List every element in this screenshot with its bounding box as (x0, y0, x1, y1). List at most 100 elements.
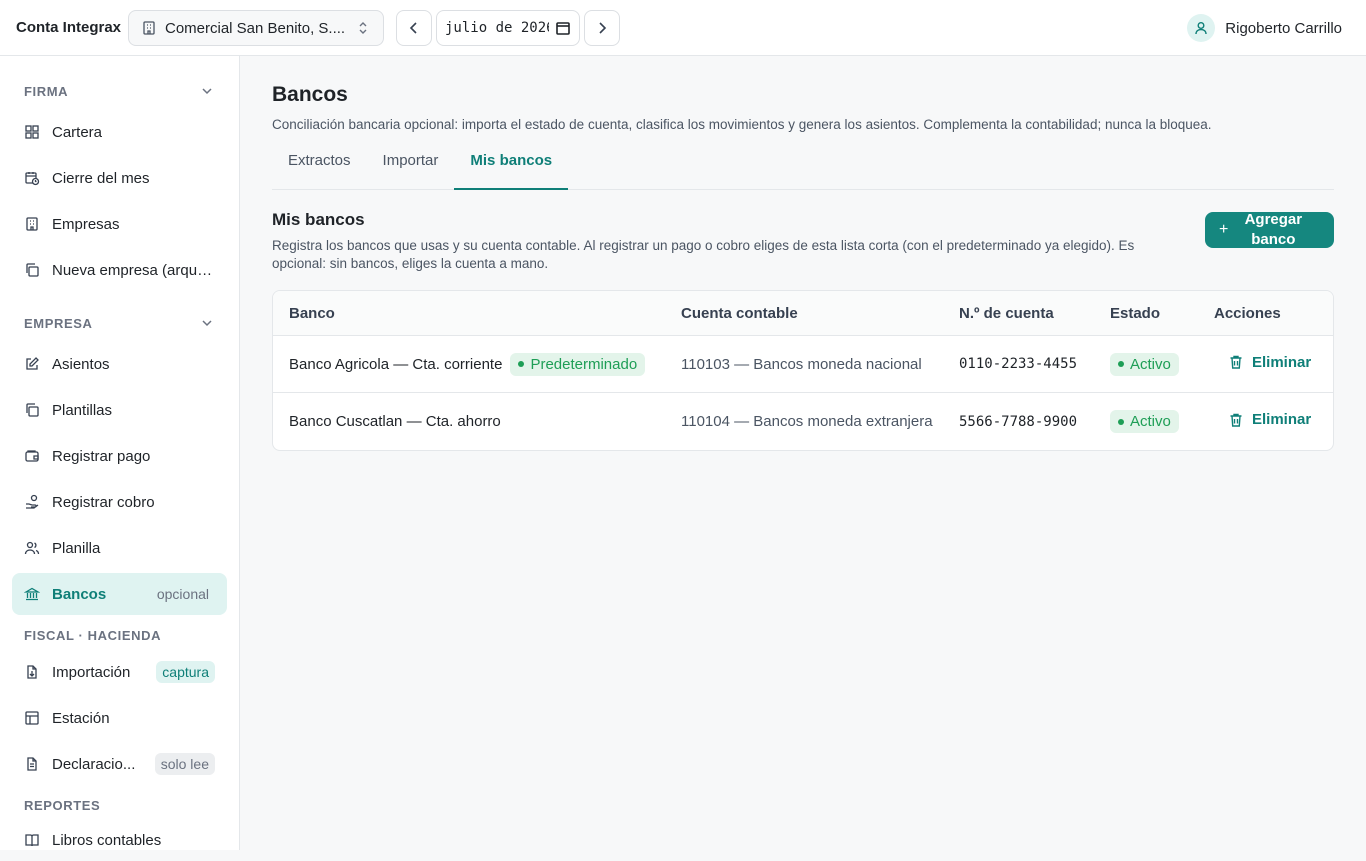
sidebar-item-plantillas[interactable]: Plantillas (12, 389, 227, 431)
sidebar-item-cartera[interactable]: Cartera (12, 111, 227, 153)
sidebar-item-label: Libros contables (52, 831, 162, 849)
status-dot (518, 361, 525, 367)
period-value: julio de 2026 (445, 20, 549, 36)
sidebar-item-label: Estación (52, 709, 110, 727)
column-header-cuenta: Cuenta contable (681, 304, 798, 322)
main-content: Bancos Conciliación bancaria opcional: i… (272, 56, 1334, 451)
sidebar-item-label: Declaracio... (52, 755, 136, 773)
edit-icon (26, 357, 39, 370)
sidebar-item-label: Cierre del mes (52, 169, 150, 187)
hand-coins-icon (26, 494, 39, 509)
add-bank-label: Agregar banco (1244, 211, 1303, 248)
next-period-button[interactable] (584, 10, 620, 46)
tab-importar[interactable]: Importar (367, 150, 455, 190)
trash-icon (1230, 356, 1242, 369)
sidebar-item-label: Asientos (52, 355, 110, 373)
status-badge: Activo (1110, 352, 1179, 376)
section-reportes: REPORTES (12, 795, 227, 815)
sidebar-item-label: Planilla (52, 539, 101, 557)
sidebar-item-libros[interactable]: Libros contables (12, 819, 227, 861)
column-header-numero: N.º de cuenta (959, 304, 1054, 322)
trash-icon (1230, 413, 1242, 427)
sidebar-item-label: Importación (52, 663, 131, 681)
top-bar: Conta Integrax Comercial San Benito, S..… (0, 0, 1366, 56)
section-empresa[interactable]: EMPRESA (12, 313, 227, 333)
section-description: Registra los bancos que usas y su cuenta… (272, 238, 1135, 271)
prev-period-button[interactable] (396, 10, 432, 46)
sidebar-item-registrar-cobro[interactable]: Registrar cobro (12, 481, 227, 523)
sidebar-item-empresas[interactable]: Empresas (12, 203, 227, 245)
chevron-down-icon (202, 88, 212, 95)
sidebar-item-asientos[interactable]: Asientos (12, 343, 227, 385)
section-title: FISCAL · HACIENDA (24, 627, 162, 643)
section-fiscal: FISCAL · HACIENDA (12, 625, 227, 645)
tab-extractos[interactable]: Extractos (272, 150, 367, 190)
building-icon (26, 217, 38, 231)
status-label: Activo (1130, 413, 1171, 430)
page-title: Bancos (272, 83, 348, 106)
company-selector[interactable]: Comercial San Benito, S.... (128, 10, 384, 46)
user-name: Rigoberto Carrillo (1225, 19, 1342, 37)
tab-bar: Extractos Importar Mis bancos (272, 150, 1334, 190)
chevron-left-icon (409, 22, 417, 34)
delete-label: Eliminar (1252, 411, 1312, 429)
app-title: Conta Integrax (16, 19, 122, 36)
section-header: Mis bancos Registra los bancos que usas … (272, 210, 1334, 273)
plus-icon: + (1219, 221, 1229, 238)
delete-button[interactable]: Eliminar (1228, 354, 1311, 371)
user-menu[interactable]: Rigoberto Carrillo (1187, 14, 1342, 42)
grid-icon (25, 125, 39, 139)
default-badge: Predeterminado (510, 352, 646, 376)
sidebar-item-cierre[interactable]: Cierre del mes (12, 157, 227, 199)
chevron-right-icon (599, 22, 607, 34)
section-title: EMPRESA (24, 315, 93, 331)
sidebar-item-label: Bancos (52, 585, 107, 603)
user-icon (1195, 22, 1207, 35)
file-import-icon (27, 665, 37, 679)
tab-mis-bancos[interactable]: Mis bancos (454, 150, 569, 190)
sidebar-item-importacion[interactable]: Importación captura (12, 651, 227, 693)
optional-tag: opcional (156, 586, 209, 602)
building-icon (143, 21, 155, 35)
account-code: 110104 — Bancos moneda extranjera (681, 413, 933, 430)
sidebar-item-planilla[interactable]: Planilla (12, 527, 227, 569)
section-firma[interactable]: FIRMA (12, 81, 227, 101)
table-header: Banco Cuenta contable N.º de cuenta Esta… (273, 291, 1333, 336)
sidebar-item-registrar-pago[interactable]: Registrar pago (12, 435, 227, 477)
delete-label: Eliminar (1252, 353, 1312, 371)
bank-icon (24, 587, 40, 601)
section-title: Mis bancos (272, 210, 365, 229)
sidebar-item-label: Nueva empresa (arque... (52, 261, 215, 279)
sidebar-item-estacion[interactable]: Estación (12, 697, 227, 739)
sidebar-item-label: Registrar cobro (52, 493, 155, 511)
account-code: 110103 — Bancos moneda nacional (681, 355, 922, 373)
bank-name: Banco Cuscatlan — Cta. ahorro (289, 413, 501, 430)
add-bank-button[interactable]: + Agregar banco (1205, 211, 1334, 248)
status-badge: Activo (1110, 410, 1179, 433)
sidebar-item-nueva-empresa[interactable]: Nueva empresa (arque... (12, 249, 227, 291)
delete-button[interactable]: Eliminar (1228, 411, 1311, 428)
sidebar-item-label: Empresas (52, 215, 120, 233)
sidebar-item-declaraciones[interactable]: Declaracio... solo lee (12, 743, 227, 785)
banks-table: Banco Cuenta contable N.º de cuenta Esta… (272, 290, 1334, 451)
calendar-icon[interactable] (555, 20, 571, 36)
account-number: 0110-2233-4455 (959, 356, 1078, 372)
file-text-icon (27, 757, 37, 771)
wallet-icon (25, 450, 39, 462)
copy-icon (26, 263, 39, 277)
capture-tag: captura (156, 661, 215, 683)
column-header-acciones: Acciones (1214, 304, 1281, 322)
period-input[interactable]: julio de 2026 (436, 10, 580, 46)
column-header-banco: Banco (289, 304, 335, 322)
users-icon (24, 541, 40, 555)
sidebar-item-label: Plantillas (52, 401, 113, 419)
sidebar-item-label: Cartera (52, 123, 103, 141)
company-name: Comercial San Benito, S.... (165, 19, 346, 37)
section-title: REPORTES (24, 797, 101, 813)
book-icon (25, 834, 39, 847)
sidebar-item-bancos[interactable]: Bancos opcional (12, 573, 227, 615)
sidebar-item-label: Registrar pago (52, 447, 151, 465)
bank-name: Banco Agricola — Cta. corriente (289, 355, 503, 373)
status-label: Activo (1130, 355, 1171, 373)
section-title: FIRMA (24, 83, 69, 99)
